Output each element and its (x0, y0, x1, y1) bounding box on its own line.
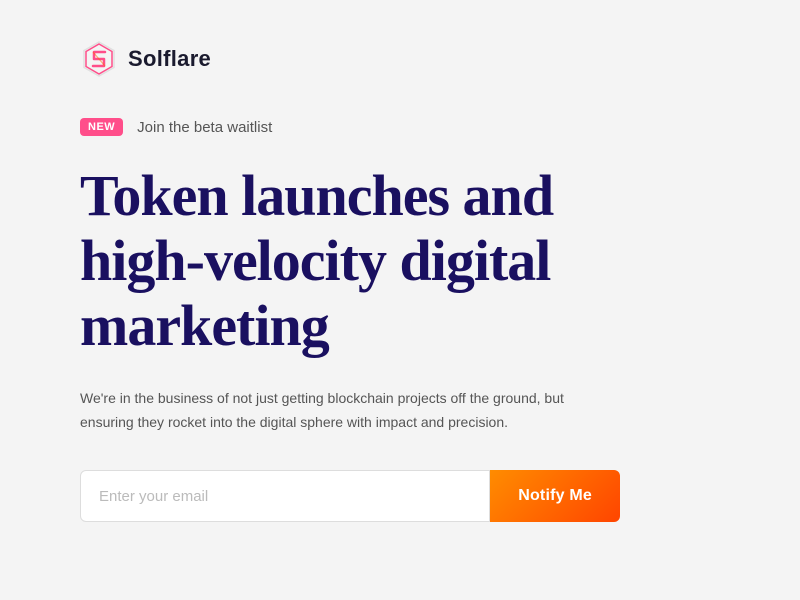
notify-button[interactable]: Notify Me (490, 470, 620, 522)
brand-name: Solflare (128, 46, 211, 72)
hero-description: We're in the business of not just gettin… (80, 387, 620, 435)
page-wrapper: Solflare NEW Join the beta waitlist Toke… (0, 0, 800, 600)
hero-heading: Token launches and high-velocity digital… (80, 164, 660, 359)
solflare-logo-icon (80, 40, 118, 78)
email-input[interactable] (80, 470, 490, 522)
new-badge: NEW (80, 118, 123, 136)
cta-row: Notify Me (80, 470, 620, 522)
badge-row: NEW Join the beta waitlist (80, 118, 720, 136)
badge-text: Join the beta waitlist (137, 119, 272, 136)
navbar: Solflare (80, 40, 720, 78)
logo-container: Solflare (80, 40, 211, 78)
